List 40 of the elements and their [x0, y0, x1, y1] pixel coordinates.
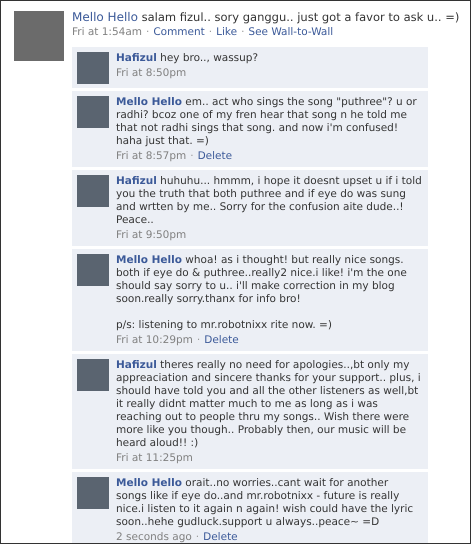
- avatar-photo: [77, 52, 109, 84]
- separator-dot: ·: [241, 26, 244, 38]
- action-link[interactable]: See Wall-to-Wall: [248, 26, 334, 38]
- action-link[interactable]: Delete: [198, 150, 232, 162]
- comment-text: Mello Hello em.. act who sings the song "puthree"? u or radhi? bcoz one of my fren hear that song n he told me that not radhi sings that song. and now i'm confused! haha just that. =): [116, 96, 418, 148]
- comment-text: Mello Hello whoa! as i thought! but really nice songs. both if eye do & puthree..really2 nice.i like! i'm the one should say sorry to u.. i'll make correction in my blog soon.really sorry.thanx for info bro! p/s: listening to mr.robotnixx rite now. =): [116, 254, 408, 332]
- separator-dot: ·: [190, 150, 194, 162]
- author-link[interactable]: Hafizul: [116, 175, 157, 187]
- timestamp: Fri at 8:50pm: [116, 67, 186, 79]
- action-link[interactable]: Delete: [203, 531, 238, 543]
- author-link[interactable]: Hafizul: [116, 52, 157, 64]
- comment-text: Mello Hello salam fizul.. sory ganggu.. just got a favor to ask u.. =): [72, 11, 460, 24]
- author-link[interactable]: Mello Hello: [116, 254, 182, 266]
- avatar-photo: [77, 477, 109, 509]
- avatar-photo: [77, 359, 109, 391]
- comment-text: Hafizul theres really no need for apologies..,bt only my appreaciation and sincere thanks for your support.. plus, i should have told you and all the other listeners as well,bt it really didnt matter much to me as long as i was reaching out to people thru my songs.. Wish there were more like you though.. Probably then, our music will be heard aloud!! :): [116, 359, 422, 450]
- author-link[interactable]: Hafizul: [116, 359, 157, 371]
- author-link[interactable]: Mello Hello: [116, 96, 182, 108]
- separator-dot: ·: [196, 531, 200, 543]
- author-link[interactable]: Mello Hello: [116, 477, 182, 489]
- author-link[interactable]: Mello Hello: [72, 10, 138, 24]
- action-link[interactable]: Comment: [153, 26, 205, 38]
- comment-text: Hafizul hey bro.., wassup?: [116, 52, 260, 65]
- timestamp: 2 seconds ago: [116, 531, 192, 543]
- action-link[interactable]: Delete: [204, 334, 239, 346]
- comment-text: Hafizul huhuhu... hmmm, i hope it doesnt upset u if i told you the truth that both puthree and if eye do was sung and wrtten by me.. Sorry for the confusion aite dude..! Peace..: [116, 175, 422, 227]
- separator-dot: ·: [196, 334, 200, 346]
- avatar-photo: [77, 175, 109, 207]
- timestamp: Fri at 11:25pm: [116, 452, 193, 464]
- separator-dot: ·: [146, 26, 150, 38]
- separator-dot: ·: [208, 26, 212, 38]
- action-link[interactable]: Like: [216, 26, 238, 38]
- avatar-photo: [14, 11, 64, 61]
- timestamp: Fri at 1:54am: [72, 26, 142, 38]
- timestamp: Fri at 8:57pm: [116, 150, 186, 162]
- avatar-photo: [77, 96, 109, 128]
- timestamp: Fri at 9:50pm: [116, 229, 186, 241]
- timestamp: Fri at 10:29pm: [116, 334, 193, 346]
- comment-text: Mello Hello orait..no worries..cant wait for another songs like if eye do..and mr.robotnixx - future is really nice.i listen to it again n again! wish could have the lyric soon..hehe gudluck.support u always..peace~ =D: [116, 477, 414, 529]
- avatar-photo: [77, 254, 109, 286]
